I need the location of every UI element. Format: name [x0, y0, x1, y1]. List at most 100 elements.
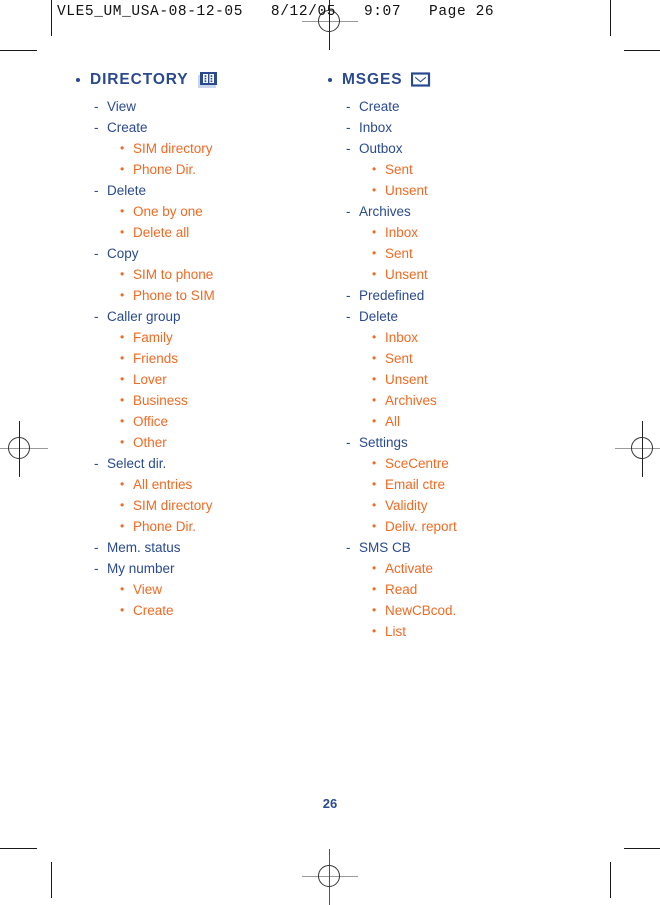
dash-marker-icon: - — [346, 99, 351, 114]
menu-item-level2: • SIM to phone — [120, 264, 326, 285]
menu-item-level1: - Caller group — [94, 306, 326, 327]
crop-mark-top-right-horizontal — [624, 50, 660, 51]
bullet-marker-icon: • — [372, 519, 377, 533]
dash-marker-icon: - — [94, 99, 99, 114]
menu-item-label: Inbox — [385, 225, 419, 240]
dash-marker-icon: - — [94, 120, 99, 135]
menu-item-label: Phone Dir. — [133, 519, 197, 534]
bullet-marker-icon: • — [372, 330, 377, 344]
bullet-marker-icon: • — [372, 561, 377, 575]
menu-item-label: My number — [107, 561, 175, 576]
menu-item-level2: • Friends — [120, 348, 326, 369]
menu-item-level1: - Create — [94, 117, 326, 138]
bullet-marker-icon: • — [372, 624, 377, 638]
dash-marker-icon: - — [346, 540, 351, 555]
bullet-marker-icon: • — [372, 414, 377, 428]
menu-item-level2: • Inbox — [372, 222, 578, 243]
dash-marker-icon: - — [346, 288, 351, 303]
crop-mark-bottom-left-horizontal — [0, 848, 37, 849]
menu-item-level1: - Delete — [346, 306, 578, 327]
crop-mark-bottom-right-vertical — [610, 862, 611, 898]
menu-item-level2: • Phone to SIM — [120, 285, 326, 306]
crop-mark-top-right-vertical — [610, 0, 611, 36]
menu-item-label: Select dir. — [107, 456, 167, 471]
menu-item-label: Mem. status — [107, 540, 181, 555]
dash-marker-icon: - — [346, 120, 351, 135]
menu-item-label: Office — [133, 414, 169, 429]
registration-mark-circle — [631, 437, 653, 459]
menu-item-label: Business — [133, 393, 188, 408]
menu-item-level2: • Validity — [372, 495, 578, 516]
menu-item-label: Create — [359, 99, 400, 114]
menu-item-label: List — [385, 624, 407, 639]
menu-item-label: View — [107, 99, 137, 114]
registration-mark-left-center — [0, 421, 48, 477]
menu-item-level1: - View — [94, 96, 326, 117]
menu-item-level1: - My number — [94, 558, 326, 579]
menu-item-level1: - Mem. status — [94, 537, 326, 558]
menu-item-level2: • Delete all — [120, 222, 326, 243]
menu-item-level2: • Deliv. report — [372, 516, 578, 537]
bullet-marker-icon: • — [372, 456, 377, 470]
bullet-marker-icon: • — [372, 225, 377, 239]
menu-item-level2: • Unsent — [372, 369, 578, 390]
menu-item-level1: - Inbox — [346, 117, 578, 138]
menu-item-label: SIM to phone — [133, 267, 214, 282]
menu-item-level2: • NewCBcod. — [372, 600, 578, 621]
bullet-marker-icon: • — [372, 267, 377, 281]
menu-item-label: Settings — [359, 435, 408, 450]
menu-item-level1: - SMS CB — [346, 537, 578, 558]
menu-item-label: Inbox — [359, 120, 393, 135]
registration-mark-right-center — [615, 421, 660, 477]
dash-marker-icon: - — [346, 204, 351, 219]
menu-item-level1: - Settings — [346, 432, 578, 453]
menu-item-label: Create — [133, 603, 174, 618]
menu-item-label: SIM directory — [133, 498, 213, 513]
menu-item-level2: • SIM directory — [120, 495, 326, 516]
menu-item-level2: • Business — [120, 390, 326, 411]
menu-item-level2: • Inbox — [372, 327, 578, 348]
menu-item-level2: • All — [372, 411, 578, 432]
menu-item-level1: - Copy — [94, 243, 326, 264]
menu-item-label: Validity — [385, 498, 428, 513]
bullet-marker-icon: • — [372, 183, 377, 197]
column-msges: MSGES - Create - Inbox - Outbox • Sent • Unsent - Ar… — [328, 70, 578, 642]
menu-item-label: Delete — [359, 309, 399, 324]
menu-item-label: Archives — [359, 204, 411, 219]
menu-item-label: Create — [107, 120, 148, 135]
dash-marker-icon: - — [346, 435, 351, 450]
dash-marker-icon: - — [346, 141, 351, 156]
bullet-marker-icon: • — [372, 162, 377, 176]
registration-mark-circle — [8, 437, 30, 459]
bullet-marker-icon: • — [120, 204, 125, 218]
menu-item-level2: • Read — [372, 579, 578, 600]
menu-item-label: Sent — [385, 162, 413, 177]
section-bullet-icon — [328, 78, 332, 82]
menu-item-level1: - Predefined — [346, 285, 578, 306]
bullet-marker-icon: • — [120, 435, 125, 449]
bullet-marker-icon: • — [372, 351, 377, 365]
bullet-marker-icon: • — [372, 393, 377, 407]
menu-item-label: Sent — [385, 246, 413, 261]
registration-mark-circle — [318, 865, 340, 887]
menu-item-label: Inbox — [385, 330, 419, 345]
dash-marker-icon: - — [94, 246, 99, 261]
menu-item-label: Deliv. report — [385, 519, 457, 534]
bullet-marker-icon: • — [120, 225, 125, 239]
dash-marker-icon: - — [94, 309, 99, 324]
bullet-marker-icon: • — [372, 477, 377, 491]
bullet-marker-icon: • — [120, 330, 125, 344]
registration-mark-bottom-center — [302, 849, 358, 905]
menu-item-level2: • Archives — [372, 390, 578, 411]
dash-marker-icon: - — [94, 540, 99, 555]
menu-item-level2: • List — [372, 621, 578, 642]
bullet-marker-icon: • — [120, 498, 125, 512]
menu-item-level2: • Sent — [372, 159, 578, 180]
dash-marker-icon: - — [346, 309, 351, 324]
menu-item-label: Family — [133, 330, 173, 345]
column-directory: DIRECTORY - View - Create • SIM directory • Phon… — [76, 70, 326, 621]
menu-item-level2: • Phone Dir. — [120, 516, 326, 537]
bullet-marker-icon: • — [372, 582, 377, 596]
menu-item-level2: • One by one — [120, 201, 326, 222]
section-heading-directory: DIRECTORY — [76, 70, 326, 90]
